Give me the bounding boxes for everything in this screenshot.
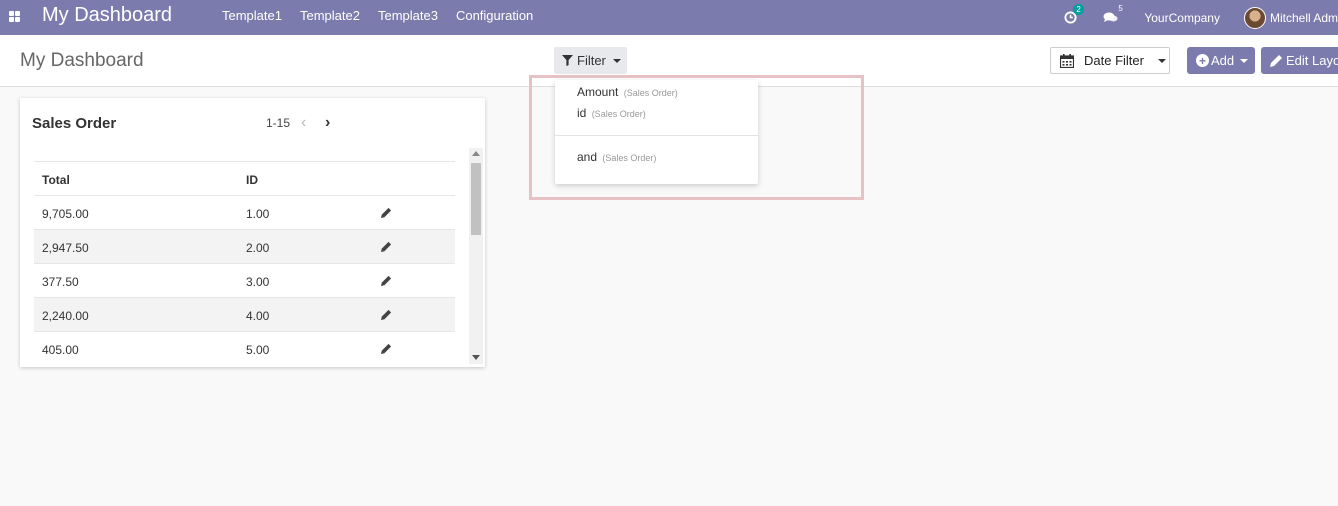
menu-item-template3[interactable]: Template3	[378, 8, 438, 23]
pager-next-icon[interactable]: ›	[325, 114, 330, 132]
filter-option-and[interactable]: and (Sales Order)	[577, 150, 656, 164]
funnel-icon	[562, 55, 573, 66]
menu-item-configuration[interactable]: Configuration	[456, 8, 533, 23]
filter-option-label: id	[577, 106, 587, 120]
caret-down-icon	[1240, 58, 1249, 63]
caret-down-icon	[612, 58, 621, 63]
company-switcher[interactable]: YourCompany	[1144, 11, 1220, 25]
filter-option-model: (Sales Order)	[623, 88, 678, 98]
cell-id: 3.00	[246, 275, 270, 289]
scroll-up-arrow-icon[interactable]	[472, 151, 480, 156]
table-row[interactable]: 377.50 3.00	[34, 263, 455, 297]
user-menu[interactable]: Mitchell Adm	[1270, 11, 1338, 25]
date-filter-label: Date Filter	[1084, 53, 1144, 68]
filter-option-amount[interactable]: Amount (Sales Order)	[577, 85, 678, 99]
cell-id: 5.00	[246, 343, 270, 357]
sales-order-card: Sales Order 1-15 ‹ › Total ID 9,705.00 1…	[20, 98, 485, 367]
table-row[interactable]: 2,240.00 4.00	[34, 297, 455, 331]
pencil-icon[interactable]	[381, 207, 392, 218]
cell-id: 4.00	[246, 309, 270, 323]
messages-count-badge: 5	[1118, 4, 1123, 13]
table-row[interactable]: 9,705.00 1.00	[34, 195, 455, 229]
page-title: My Dashboard	[20, 50, 144, 71]
systray: 2 5 YourCompany Mitchell Adm	[1064, 0, 1338, 35]
main-menu: Template1 Template2 Template3 Configurat…	[222, 8, 533, 23]
cell-id: 2.00	[246, 241, 270, 255]
scrollbar-thumb[interactable]	[471, 163, 481, 235]
activity-button[interactable]: 2	[1064, 4, 1084, 24]
filter-button[interactable]: Filter	[554, 47, 627, 74]
filter-button-label: Filter	[577, 53, 606, 68]
cell-total: 2,947.50	[42, 241, 89, 255]
edit-layout-label: Edit Layout	[1286, 53, 1338, 68]
pager-previous-icon[interactable]: ‹	[301, 114, 306, 132]
edit-layout-button[interactable]: Edit Layout	[1261, 47, 1338, 74]
plus-circle-icon: +	[1196, 54, 1209, 67]
card-title: Sales Order	[32, 115, 117, 132]
messages-button[interactable]: 5	[1103, 4, 1123, 24]
pencil-icon[interactable]	[381, 275, 392, 286]
pencil-icon[interactable]	[381, 241, 392, 252]
pager-value[interactable]: 1-15	[266, 116, 290, 130]
add-button-label: Add	[1211, 53, 1235, 68]
filter-option-id[interactable]: id (Sales Order)	[577, 106, 646, 120]
table-row[interactable]: 2,947.50 2.00	[34, 229, 455, 263]
user-avatar[interactable]	[1243, 6, 1266, 29]
table-scrollbar[interactable]	[469, 148, 483, 364]
add-button[interactable]: + Add	[1187, 47, 1255, 74]
sales-order-table: Total ID 9,705.00 1.00 2,947.50 2.00 377…	[34, 161, 455, 365]
caret-down-icon	[1157, 58, 1166, 63]
pencil-icon[interactable]	[381, 309, 392, 320]
filter-option-model: (Sales Order)	[591, 109, 646, 119]
menu-item-template2[interactable]: Template2	[300, 8, 360, 23]
menu-item-template1[interactable]: Template1	[222, 8, 282, 23]
filter-option-label: Amount	[577, 85, 619, 99]
cell-total: 2,240.00	[42, 309, 89, 323]
cell-total: 405.00	[42, 343, 79, 357]
cell-total: 9,705.00	[42, 207, 89, 221]
apps-grid-icon[interactable]	[9, 11, 20, 22]
cell-id: 1.00	[246, 207, 270, 221]
filter-option-model: (Sales Order)	[602, 153, 657, 163]
pencil-icon[interactable]	[381, 343, 392, 354]
chat-bubbles-icon	[1103, 12, 1118, 22]
filter-dropdown-menu: Amount (Sales Order) id (Sales Order) an…	[555, 80, 758, 184]
table-header-row: Total ID	[34, 161, 455, 195]
scroll-down-arrow-icon[interactable]	[472, 355, 480, 360]
calendar-icon	[1060, 53, 1074, 68]
filter-option-label: and	[577, 150, 598, 164]
dropdown-divider	[555, 135, 758, 136]
top-navbar: My Dashboard Template1 Template2 Templat…	[0, 0, 1338, 35]
column-header-total[interactable]: Total	[42, 173, 70, 187]
date-filter-button[interactable]: Date Filter	[1050, 47, 1170, 74]
pencil-icon	[1270, 55, 1282, 67]
activity-count-badge: 2	[1073, 4, 1084, 15]
app-brand[interactable]: My Dashboard	[42, 4, 172, 27]
table-row[interactable]: 405.00 5.00	[34, 331, 455, 365]
column-header-id[interactable]: ID	[246, 173, 258, 187]
cell-total: 377.50	[42, 275, 79, 289]
